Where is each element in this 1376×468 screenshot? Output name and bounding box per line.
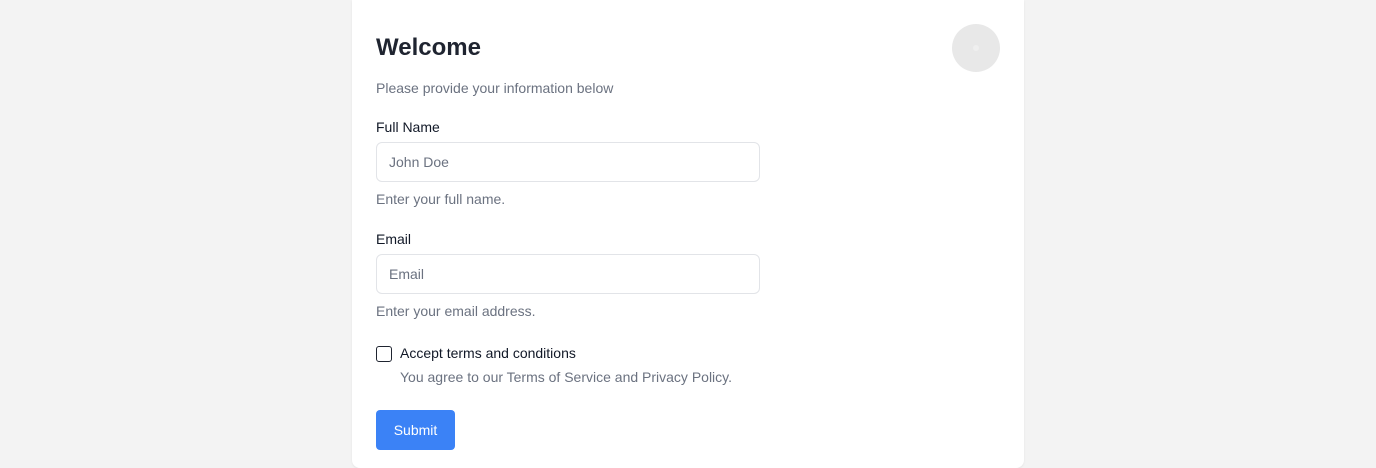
avatar-placeholder-icon [973,45,979,51]
terms-label[interactable]: Accept terms and conditions [400,344,732,362]
submit-button[interactable]: Submit [376,410,455,450]
form-card: Welcome Please provide your information … [352,0,1024,468]
full-name-input[interactable] [376,142,760,182]
terms-checkbox[interactable] [376,346,392,362]
page-title: Welcome [376,34,481,61]
email-input[interactable] [376,254,760,294]
email-label: Email [376,231,412,247]
email-group: Email Enter your email address. [376,230,1000,320]
terms-row: Accept terms and conditions You agree to… [376,344,1000,386]
avatar [952,24,1000,72]
terms-help: You agree to our Terms of Service and Pr… [400,369,733,385]
page-subtitle: Please provide your information below [376,80,614,96]
full-name-group: Full Name Enter your full name. [376,118,1000,208]
page: Welcome Please provide your information … [0,0,1376,468]
email-help: Enter your email address. [376,303,536,319]
full-name-help: Enter your full name. [376,191,506,207]
terms-text: Accept terms and conditions You agree to… [400,344,732,386]
full-name-label: Full Name [376,119,440,135]
